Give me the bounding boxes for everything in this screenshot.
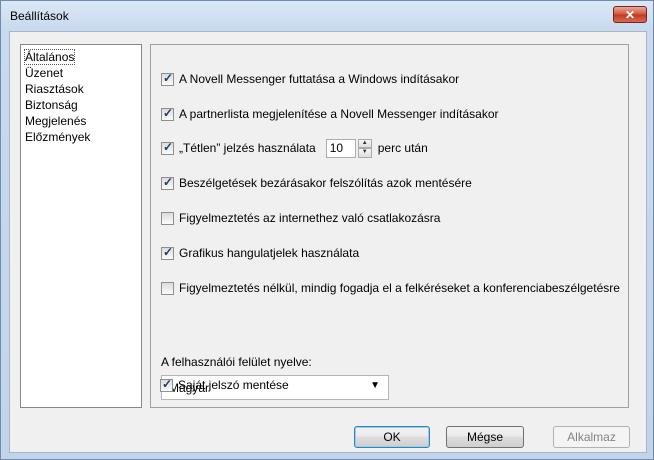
show-contact-list-checkbox[interactable]: ✓ <box>161 105 174 121</box>
category-security[interactable]: Biztonság <box>25 98 78 112</box>
prompt-save-checkbox[interactable]: ✓ <box>161 174 174 190</box>
option-run-at-startup[interactable]: ✓ A Novell Messenger futtatása a Windows… <box>161 71 459 87</box>
option-save-password-row[interactable]: ✓ Saját jelszó mentése <box>160 377 289 393</box>
option-prompt-save[interactable]: ✓ Beszélgetések bezárásakor felszólítás … <box>161 175 472 191</box>
internet-warning-label: Figyelmeztetés az internethez való csatl… <box>179 211 441 225</box>
close-icon: ✕ <box>624 8 636 22</box>
ok-button[interactable]: OK <box>354 426 430 448</box>
idle-minutes-input[interactable]: 10 <box>325 138 356 158</box>
dialog-client: Általános Üzenet Riasztások Biztonság Me… <box>9 31 647 453</box>
save-password-label: Saját jelszó mentése <box>178 378 289 392</box>
check-icon: ✓ <box>163 244 174 259</box>
option-graphic-emoticons[interactable]: ✓ Grafikus hangulatjelek használata <box>161 245 359 261</box>
apply-button[interactable]: Alkalmaz <box>553 426 630 448</box>
option-show-contact-list[interactable]: ✓ A partnerlista megjelenítése a Novell … <box>161 106 499 122</box>
save-password-checkbox[interactable]: ✓ <box>160 376 173 392</box>
dropdown-arrow-icon: ▼ <box>370 380 380 391</box>
idle-status-label: „Tétlen” jelzés használata <box>179 141 316 155</box>
option-internet-warning[interactable]: Figyelmeztetés az internethez való csatl… <box>161 210 440 226</box>
check-icon: ✓ <box>162 376 173 391</box>
category-history[interactable]: Előzmények <box>25 130 90 144</box>
category-general[interactable]: Általános <box>23 49 76 65</box>
window-title: Beállítások <box>10 9 69 23</box>
settings-dialog: Beállítások ✕ Általános Üzenet Riasztáso… <box>0 0 654 460</box>
graphic-emoticons-checkbox[interactable]: ✓ <box>161 244 174 260</box>
category-list: Általános Üzenet Riasztások Biztonság Me… <box>20 44 142 408</box>
graphic-emoticons-label: Grafikus hangulatjelek használata <box>179 246 360 260</box>
spin-down-icon[interactable]: ▼ <box>357 148 372 158</box>
run-at-startup-label: A Novell Messenger futtatása a Windows i… <box>179 72 460 86</box>
spin-up-icon[interactable]: ▲ <box>357 138 372 148</box>
close-button[interactable]: ✕ <box>613 6 647 23</box>
option-idle-status[interactable]: ✓ „Tétlen” jelzés használata 10 ▲ ▼ perc… <box>161 138 428 158</box>
idle-minutes-spinner: ▲ ▼ <box>357 138 372 158</box>
check-icon: ✓ <box>163 139 174 154</box>
auto-accept-conference-label: Figyelmeztetés nélkül, mindig fogadja el… <box>179 281 620 295</box>
check-icon: ✓ <box>163 174 174 189</box>
cancel-button[interactable]: Mégse <box>446 426 524 448</box>
prompt-save-label: Beszélgetések bezárásakor felszólítás az… <box>179 176 472 190</box>
category-message[interactable]: Üzenet <box>25 66 63 80</box>
show-contact-list-label: A partnerlista megjelenítése a Novell Me… <box>179 107 499 121</box>
auto-accept-conference-checkbox[interactable] <box>161 281 174 295</box>
check-icon: ✓ <box>163 105 174 120</box>
title-bar[interactable]: Beállítások ✕ <box>1 1 653 31</box>
general-settings-panel: ✓ A Novell Messenger futtatása a Windows… <box>150 44 629 408</box>
internet-warning-checkbox[interactable] <box>161 211 174 225</box>
idle-status-checkbox[interactable]: ✓ <box>161 139 174 155</box>
category-appearance[interactable]: Megjelenés <box>25 114 86 128</box>
option-auto-accept-conference[interactable]: Figyelmeztetés nélkül, mindig fogadja el… <box>161 280 620 296</box>
check-icon: ✓ <box>163 70 174 85</box>
language-label: A felhasználói felület nyelve: <box>161 355 312 369</box>
category-alerts[interactable]: Riasztások <box>25 82 84 96</box>
idle-minutes-suffix: perc után <box>377 141 428 155</box>
run-at-startup-checkbox[interactable]: ✓ <box>161 70 174 86</box>
